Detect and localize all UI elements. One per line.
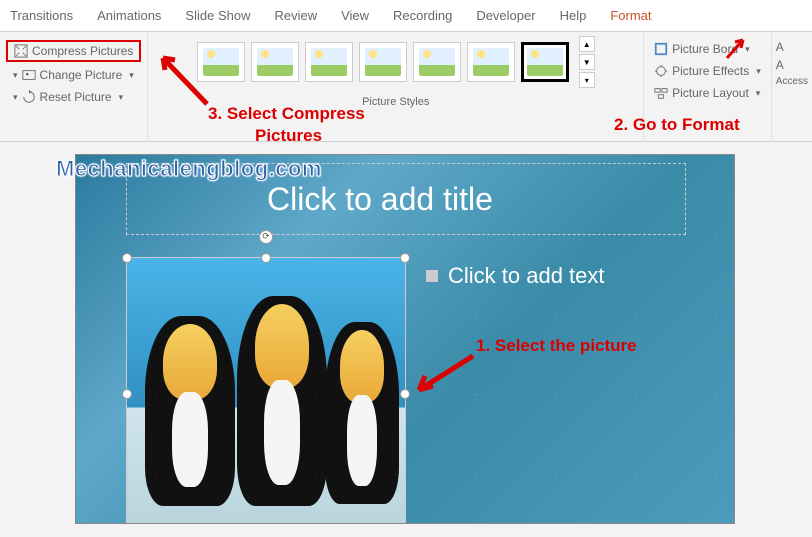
- tab-format[interactable]: Format: [610, 8, 651, 23]
- chevron-icon: ▾: [13, 92, 18, 103]
- title-text: Click to add title: [267, 181, 493, 218]
- resize-handle-tl[interactable]: [122, 253, 132, 263]
- change-picture-button[interactable]: ▾ Change Picture ▾: [6, 66, 141, 84]
- style-thumb-2[interactable]: [251, 42, 299, 82]
- style-scroll: ▲ ▼ ▾: [579, 36, 595, 88]
- style-scroll-up[interactable]: ▲: [579, 36, 595, 52]
- compress-label: Compress Pictures: [32, 44, 133, 58]
- style-thumbnails: ▲ ▼ ▾: [197, 36, 595, 88]
- adjust-group: Compress Pictures ▾ Change Picture ▾ ▾ R…: [0, 32, 148, 141]
- tab-help[interactable]: Help: [560, 8, 587, 23]
- style-gallery-expand[interactable]: ▾: [579, 72, 595, 88]
- change-picture-icon: [22, 68, 36, 82]
- tab-slideshow[interactable]: Slide Show: [185, 8, 250, 23]
- chevron-down-icon: ▾: [129, 70, 134, 81]
- picture-effects-button[interactable]: Picture Effects ▾: [650, 62, 765, 80]
- resize-handle-tr[interactable]: [400, 253, 410, 263]
- picture-layout-button[interactable]: Picture Layout ▾: [650, 84, 765, 102]
- change-label: Change Picture: [40, 68, 123, 82]
- ribbon: Compress Pictures ▾ Change Picture ▾ ▾ R…: [0, 32, 812, 142]
- alt-text-a2[interactable]: A: [776, 58, 808, 72]
- compress-icon: [14, 44, 28, 58]
- styles-group-label: Picture Styles: [362, 96, 429, 108]
- style-thumb-5[interactable]: [413, 42, 461, 82]
- penguin-graphic: [237, 296, 327, 506]
- text-placeholder-label: Click to add text: [448, 263, 605, 289]
- style-thumb-4[interactable]: [359, 42, 407, 82]
- tab-view[interactable]: View: [341, 8, 369, 23]
- reset-picture-button[interactable]: ▾ Reset Picture ▾: [6, 88, 141, 106]
- compress-pictures-button[interactable]: Compress Pictures: [6, 40, 141, 62]
- resize-handle-mr[interactable]: [400, 389, 410, 399]
- reset-icon: [22, 90, 36, 104]
- picture-border-button[interactable]: Picture Bord ▾: [650, 40, 765, 58]
- resize-handle-ml[interactable]: [122, 389, 132, 399]
- chevron-down-icon: ▾: [745, 44, 750, 55]
- penguin-graphic: [145, 316, 235, 506]
- reset-label: Reset Picture: [40, 90, 112, 104]
- tab-developer[interactable]: Developer: [476, 8, 535, 23]
- chevron-down-icon: ▾: [756, 66, 761, 77]
- layout-label: Picture Layout: [672, 86, 749, 100]
- style-scroll-down[interactable]: ▼: [579, 54, 595, 70]
- tab-recording[interactable]: Recording: [393, 8, 452, 23]
- picture-styles-group: ▲ ▼ ▾ Picture Styles: [148, 32, 644, 141]
- chevron-down-icon: ▾: [119, 92, 124, 103]
- title-placeholder[interactable]: Click to add title: [126, 163, 686, 235]
- effects-label: Picture Effects: [672, 64, 749, 78]
- tab-review[interactable]: Review: [274, 8, 317, 23]
- border-icon: [654, 42, 668, 56]
- text-placeholder[interactable]: Click to add text: [426, 263, 605, 289]
- tab-animations[interactable]: Animations: [97, 8, 161, 23]
- border-label: Picture Bord: [672, 42, 738, 56]
- ribbon-tabs: Transitions Animations Slide Show Review…: [0, 0, 812, 32]
- style-thumb-6[interactable]: [467, 42, 515, 82]
- tab-transitions[interactable]: Transitions: [10, 8, 73, 23]
- chevron-down-icon: ▾: [756, 88, 761, 99]
- resize-handle-tm[interactable]: [261, 253, 271, 263]
- effects-icon: [654, 64, 668, 78]
- accessibility-label: Access: [776, 76, 808, 87]
- chevron-icon: ▾: [13, 70, 18, 81]
- picture-format-group: Picture Bord ▾ Picture Effects ▾ Picture…: [644, 32, 771, 141]
- style-thumb-7[interactable]: [521, 42, 569, 82]
- layout-icon: [654, 86, 668, 100]
- selected-picture[interactable]: ⟳: [126, 257, 406, 524]
- penguin-graphic: [325, 322, 399, 504]
- right-ribbon-edge: A A Access: [771, 32, 812, 141]
- style-thumb-3[interactable]: [305, 42, 353, 82]
- bullet-icon: [426, 270, 438, 282]
- style-thumb-1[interactable]: [197, 42, 245, 82]
- alt-text-a[interactable]: A: [776, 40, 808, 54]
- slide-canvas[interactable]: Click to add title ⟳ Click to add text: [75, 154, 735, 524]
- rotate-handle[interactable]: ⟳: [259, 230, 273, 244]
- content-placeholder: ⟳ Click to add text: [126, 257, 735, 524]
